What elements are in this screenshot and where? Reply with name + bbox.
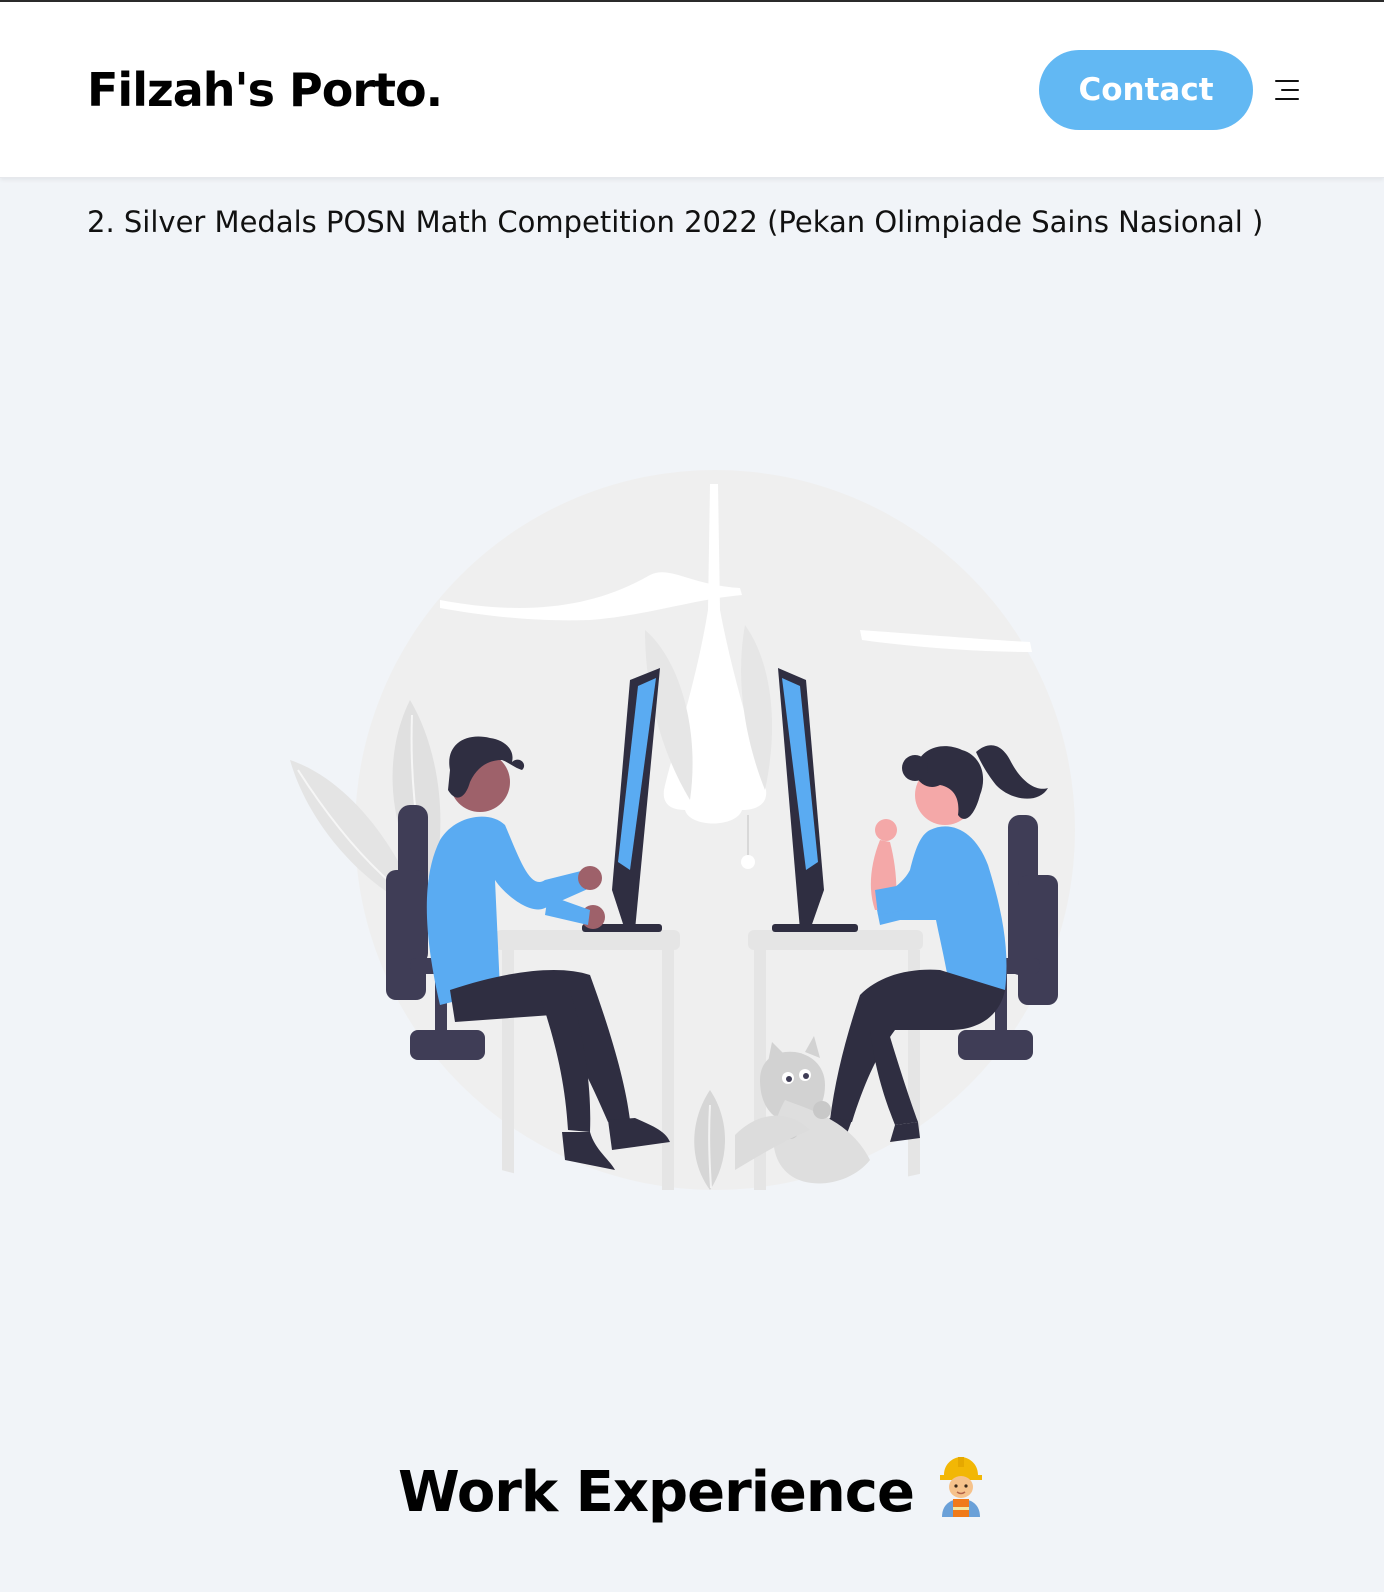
navbar: Filzah's Porto. Contact [0, 2, 1384, 178]
work-experience-title: Work Experience [398, 1460, 915, 1525]
award-item-silver-medal: 2. Silver Medals POSN Math Competition 2… [87, 205, 1264, 239]
work-experience-heading: Work Experience [0, 1455, 1384, 1528]
two-people-at-computers-illustration [290, 470, 1075, 1210]
brand-logo[interactable]: Filzah's Porto. [87, 64, 443, 116]
construction-worker-icon [939, 1457, 982, 1517]
menu-icon[interactable] [1273, 78, 1299, 102]
contact-button[interactable]: Contact [1039, 50, 1253, 130]
